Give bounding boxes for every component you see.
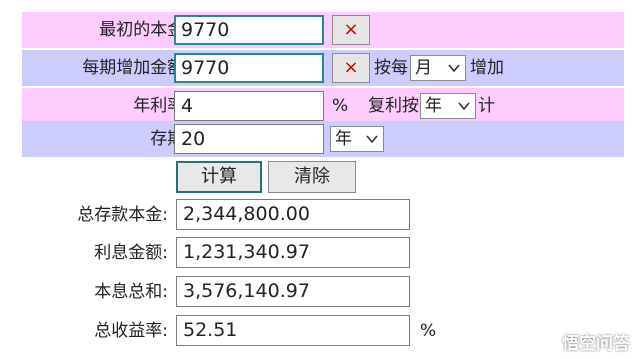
annual-rate-label: 年利率: (133, 96, 190, 116)
term-unit-select[interactable]: 年 (330, 126, 384, 152)
initial-principal-label: 最初的本金: (99, 20, 190, 40)
periodic-addition-label: 每期增加金额: (82, 58, 190, 78)
term-input[interactable]: 20 (174, 124, 324, 154)
clear-periodic-addition-button[interactable]: × (332, 53, 370, 83)
periodic-addition-input[interactable]: 9770 (174, 53, 324, 83)
total-principal-output: 2,344,800.00 (176, 199, 410, 230)
rate-percent-unit: % (332, 96, 349, 116)
chevron-down-icon (458, 102, 470, 111)
chevron-down-icon (448, 64, 460, 73)
yield-label: 总收益率: (94, 321, 168, 341)
row-term: 存期: 20 年 (22, 121, 624, 157)
watermark-text: 悟空问答 (562, 333, 630, 354)
watermark: 悟空问答 (532, 327, 630, 355)
addition-period-select[interactable]: 月 (410, 55, 466, 81)
total-label: 本息总和: (94, 282, 168, 302)
compound-label: 复利按 (368, 96, 419, 116)
yield-output: 52.51 (176, 315, 410, 346)
annual-rate-input[interactable]: 4 (174, 91, 324, 121)
addition-period-value: 月 (415, 58, 432, 78)
row-annual-rate: 年利率: 4 % 复利按 年 计 (22, 88, 624, 124)
term-unit-value: 年 (335, 129, 352, 149)
addition-suffix: 增加 (470, 58, 504, 78)
compound-period-value: 年 (425, 96, 442, 116)
clear-button[interactable]: 清除 (268, 161, 356, 193)
wukong-logo-icon (533, 330, 555, 352)
initial-principal-input[interactable]: 9770 (174, 15, 324, 45)
compound-period-select[interactable]: 年 (420, 93, 476, 119)
chevron-down-icon (366, 135, 378, 144)
interest-output: 1,231,340.97 (176, 237, 410, 268)
row-periodic-addition: 每期增加金额: 9770 × 按每 月 增加 (22, 50, 624, 86)
yield-percent-unit: % (420, 321, 437, 341)
clear-initial-principal-button[interactable]: × (332, 15, 370, 45)
per-period-prefix: 按每 (374, 58, 408, 78)
total-output: 3,576,140.97 (176, 276, 410, 307)
total-principal-label: 总存款本金: (77, 205, 168, 225)
interest-label: 利息金额: (94, 243, 168, 263)
term-label: 存期: (150, 129, 190, 149)
row-initial-principal: 最初的本金: 9770 × (22, 12, 624, 48)
compound-suffix: 计 (478, 96, 495, 116)
calculate-button[interactable]: 计算 (176, 161, 262, 193)
